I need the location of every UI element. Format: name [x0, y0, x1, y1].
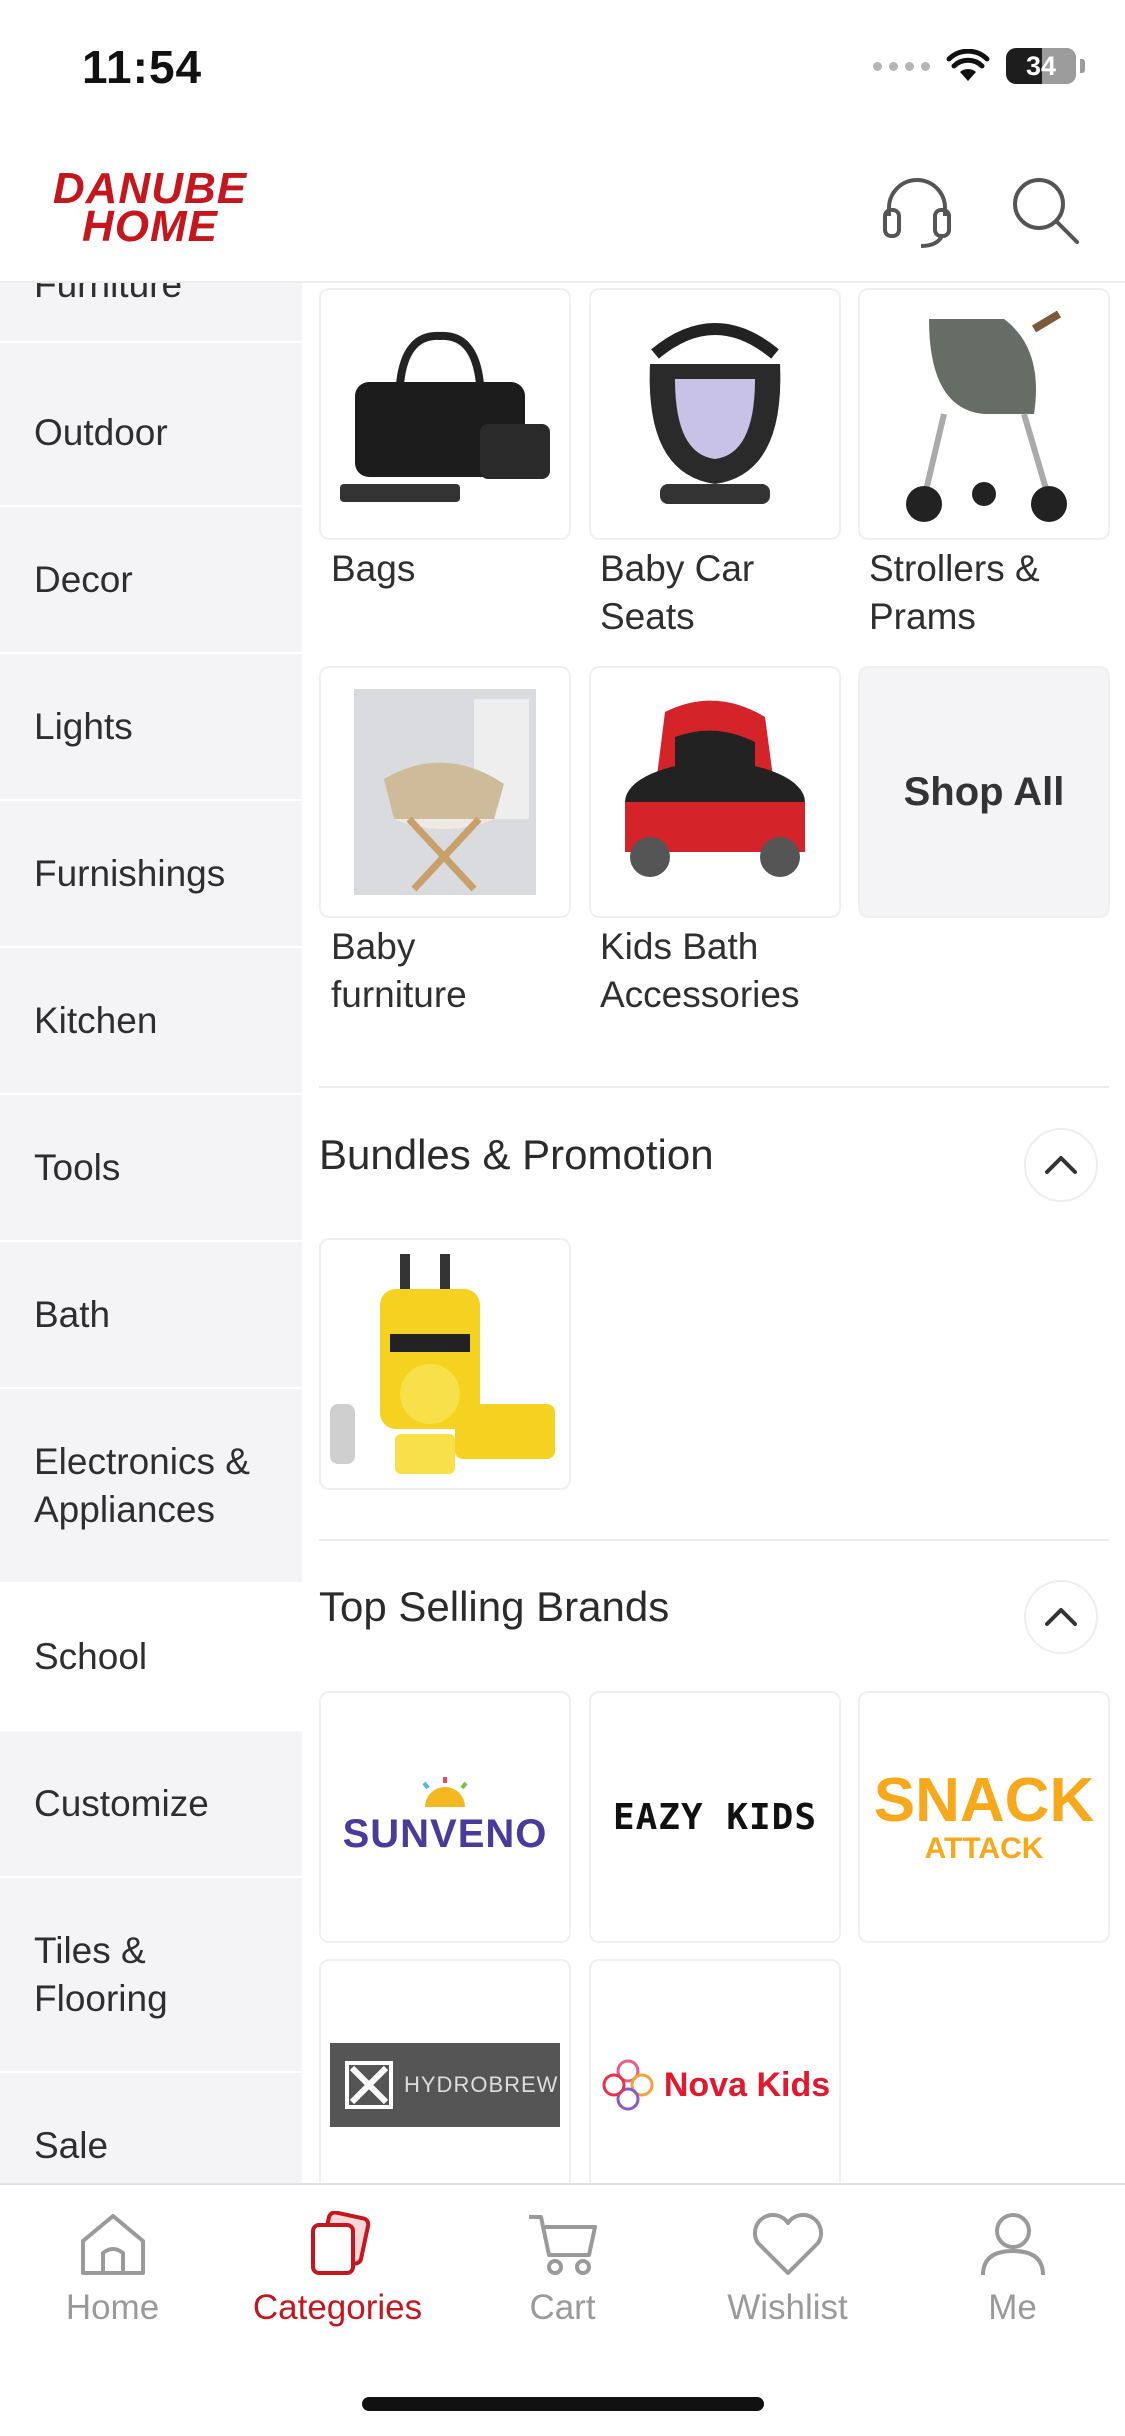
potty-car-image [625, 700, 805, 877]
category-label-baby-car-seats: Baby Car Seats [600, 548, 755, 637]
category-tile-kids-bath-accessories[interactable] [589, 666, 841, 918]
tab-home-label: Home [65, 2288, 160, 2327]
hydrobrew-mark-icon [345, 2061, 393, 2109]
school-bundle-image [330, 1254, 555, 1474]
brand-name-hydrobrew: HYDROBREW [404, 2072, 559, 2097]
category-sidebar: Furniture Outdoor Decor Lights Furnishin… [0, 283, 302, 2183]
tab-home[interactable]: Home [0, 2211, 225, 2328]
status-icons: 34 [873, 48, 1085, 84]
tab-categories-label: Categories [252, 2288, 423, 2327]
sidebar-item-electronics-appliances[interactable]: Electronics & Appliances [0, 1389, 302, 1584]
chevron-up-icon [1045, 1608, 1077, 1626]
cart-icon [528, 2215, 597, 2275]
sidebar-item-decor[interactable]: Decor [0, 507, 302, 654]
brand-name-nova-kids: Nova Kids [663, 2065, 831, 2104]
sidebar-item-outdoor[interactable]: Outdoor [0, 360, 302, 507]
sidebar-item-customize[interactable]: Customize [0, 1731, 302, 1878]
bundle-tile[interactable] [319, 1238, 571, 1490]
tab-wishlist[interactable]: Wishlist [675, 2211, 900, 2328]
sidebar-item-furniture[interactable]: Furniture [0, 283, 302, 343]
brand-name-eazy-kids: EAZY KIDS [612, 1796, 818, 1838]
category-label-bags: Bags [331, 548, 416, 589]
tab-me-label: Me [988, 2288, 1037, 2327]
sidebar-item-lights[interactable]: Lights [0, 654, 302, 801]
brand-tile-hydrobrew[interactable]: HYDROBREW [319, 1959, 571, 2183]
stroller-image [906, 310, 1067, 522]
chevron-up-icon [1045, 1156, 1077, 1174]
category-tile-strollers-prams[interactable] [858, 288, 1110, 540]
heart-icon [752, 2213, 823, 2275]
tab-me[interactable]: Me [900, 2211, 1125, 2328]
sidebar-item-furnishings[interactable]: Furnishings [0, 801, 302, 948]
categories-icon [310, 2210, 370, 2275]
shop-all-button[interactable]: Shop All [858, 666, 1110, 918]
tab-cart[interactable]: Cart [450, 2211, 675, 2328]
category-tile-baby-car-seats[interactable] [589, 288, 841, 540]
home-indicator [362, 2397, 764, 2411]
brand-name-attack: ATTACK [924, 1832, 1044, 1865]
sidebar-item-school[interactable]: School [0, 1584, 302, 1731]
section-divider [319, 1086, 1109, 1088]
status-bar: 11:54 34 [0, 0, 1125, 140]
bundles-section-title: Bundles & Promotion [319, 1131, 714, 1178]
status-time: 11:54 [82, 41, 203, 93]
brand-line-2: HOME [82, 202, 218, 251]
brand-tile-sunveno[interactable]: SUNVENO [319, 1691, 571, 1943]
sidebar-item-tools[interactable]: Tools [0, 1095, 302, 1242]
nova-kids-flower-icon [602, 2059, 654, 2111]
category-label-strollers-prams: Strollers & Prams [869, 548, 1040, 637]
app-header: DANUBE HOME [0, 140, 1125, 283]
category-tile-bags[interactable] [319, 288, 571, 540]
category-label-baby-furniture: Baby furniture [331, 926, 467, 1015]
category-label-kids-bath-accessories: Kids Bath Accessories [600, 926, 800, 1015]
tab-wishlist-label: Wishlist [727, 2288, 848, 2327]
brand-tile-nova-kids[interactable]: Nova Kids [589, 1959, 841, 2183]
car-seat-image [649, 323, 781, 504]
headset-icon[interactable] [877, 170, 957, 250]
sidebar-item-kitchen[interactable]: Kitchen [0, 948, 302, 1095]
sidebar-item-sale[interactable]: Sale [0, 2073, 302, 2183]
sidebar-item-bath[interactable]: Bath [0, 1242, 302, 1389]
sun-icon [422, 1777, 468, 1807]
category-tile-baby-furniture[interactable] [319, 666, 571, 918]
category-content: Bags Baby Car Seats Strollers & Prams Sh… [302, 283, 1125, 2183]
bundles-collapse-button[interactable] [1024, 1128, 1098, 1202]
bag-image [340, 331, 550, 502]
user-icon [980, 2213, 1045, 2276]
shop-all-label: Shop All [903, 769, 1065, 814]
brand-tile-snack-attack[interactable]: SNACK ATTACK [858, 1691, 1110, 1943]
brand-name-snack: SNACK [873, 1766, 1095, 1835]
baby-furniture-image [354, 689, 536, 895]
tab-cart-label: Cart [529, 2288, 596, 2327]
battery-icon: 34 [1006, 48, 1076, 84]
brand-logo[interactable]: DANUBE HOME [30, 167, 270, 251]
home-icon [80, 2214, 145, 2275]
hydrobrew-logo: HYDROBREW [330, 2043, 560, 2127]
signal-icon [873, 61, 930, 71]
battery-level: 34 [1025, 50, 1057, 81]
section-divider [319, 1539, 1109, 1541]
brand-name-sunveno: SUNVENO [342, 1812, 548, 1856]
tab-categories[interactable]: Categories [225, 2210, 450, 2328]
sidebar-item-tiles-flooring[interactable]: Tiles & Flooring [0, 1878, 302, 2073]
brand-tile-eazy-kids[interactable]: EAZY KIDS [589, 1691, 841, 1943]
brands-section-title: Top Selling Brands [319, 1583, 670, 1630]
wifi-icon [946, 49, 990, 81]
brands-collapse-button[interactable] [1024, 1580, 1098, 1654]
search-icon[interactable] [1005, 170, 1085, 250]
